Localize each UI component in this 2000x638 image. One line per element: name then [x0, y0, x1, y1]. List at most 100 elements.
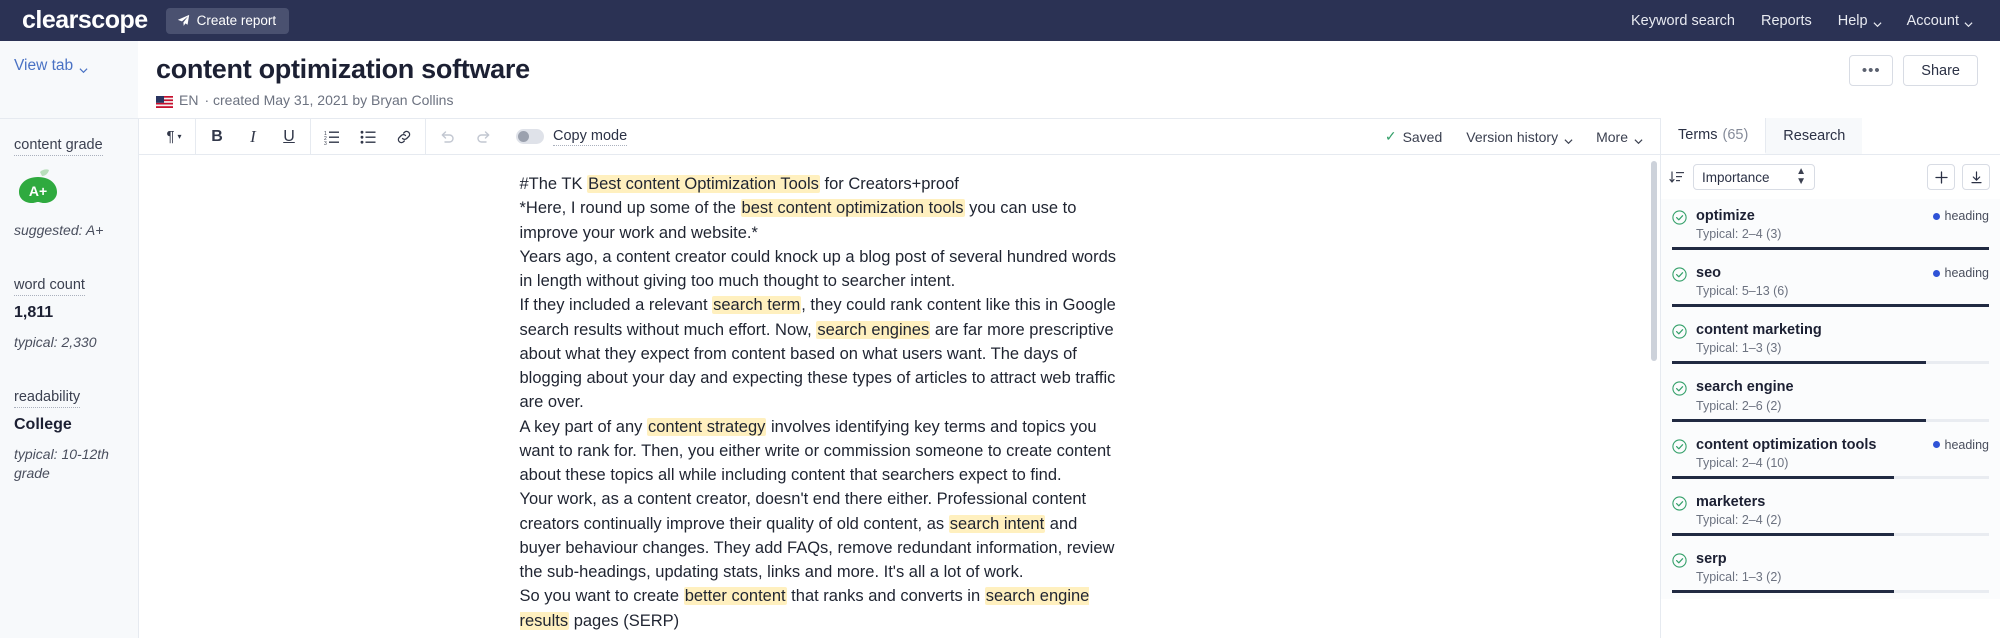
- blue-dot-icon: [1933, 270, 1940, 277]
- view-tab-label: View tab: [14, 57, 73, 75]
- scrollbar-thumb[interactable]: [1651, 161, 1657, 361]
- more-label: More: [1596, 129, 1628, 145]
- saved-label: Saved: [1403, 129, 1443, 145]
- sort-descending-icon[interactable]: [1669, 169, 1685, 185]
- chevron-down-icon: [1873, 17, 1881, 25]
- view-tab-dropdown[interactable]: View tab: [14, 57, 138, 75]
- term-usage-bar: [1672, 247, 1989, 250]
- top-navigation-bar: clearscope Create report Keyword search …: [0, 0, 2000, 41]
- nav-reports[interactable]: Reports: [1761, 13, 1812, 29]
- check-circle-icon[interactable]: [1672, 324, 1687, 339]
- term-usage-bar: [1672, 590, 1989, 593]
- nav-keyword-search[interactable]: Keyword search: [1631, 13, 1735, 29]
- term-usage-bar: [1672, 533, 1989, 536]
- title-cell: content optimization software EN · creat…: [138, 41, 1849, 118]
- term-row[interactable]: serpTypical: 1–3 (2): [1661, 542, 2000, 599]
- terms-list[interactable]: optimizeTypical: 2–4 (3)headingseoTypica…: [1661, 199, 2000, 638]
- grade-value-text: A+: [29, 183, 47, 199]
- document-text: pages (SERP): [569, 612, 679, 630]
- ordered-list-icon[interactable]: 123: [321, 126, 343, 148]
- bold-button[interactable]: B: [206, 126, 228, 148]
- share-button[interactable]: Share: [1903, 55, 1978, 86]
- copy-mode-toggle[interactable]: [516, 129, 544, 144]
- term-name: serp: [1696, 550, 1989, 568]
- term-usage-bar-fill: [1672, 590, 1894, 593]
- toggle-knob: [518, 131, 529, 142]
- term-usage-bar-fill: [1672, 533, 1894, 536]
- term-main: content optimization toolsTypical: 2–4 (…: [1672, 436, 1989, 470]
- term-usage-bar-fill: [1672, 476, 1894, 479]
- heading-badge-label: heading: [1945, 438, 1990, 452]
- term-typical: Typical: 5–13 (6): [1696, 284, 1924, 298]
- copy-mode-toggle-group: Copy mode: [504, 128, 627, 146]
- svg-text:3: 3: [324, 141, 327, 145]
- check-circle-icon[interactable]: [1672, 553, 1687, 568]
- editor-column: ¶ ▾ B I U 123: [138, 118, 1660, 638]
- check-circle-icon[interactable]: [1672, 267, 1687, 282]
- undo-icon[interactable]: [436, 126, 458, 148]
- nav-help[interactable]: Help: [1838, 13, 1881, 29]
- create-report-button[interactable]: Create report: [166, 8, 290, 34]
- term-row[interactable]: content marketingTypical: 1–3 (3): [1661, 313, 2000, 370]
- term-text: content optimization toolsTypical: 2–4 (…: [1696, 436, 1924, 470]
- pilcrow-icon[interactable]: ¶ ▾: [163, 126, 185, 148]
- document-text: that ranks and converts in: [787, 587, 985, 605]
- word-count-value: 1,811: [14, 304, 124, 322]
- term-main: serpTypical: 1–3 (2): [1672, 550, 1989, 584]
- create-report-label: Create report: [197, 13, 277, 28]
- document-paragraph: So you want to create better content tha…: [520, 584, 1120, 633]
- document-scroll-area[interactable]: #The TK Best content Optimization Tools …: [139, 155, 1660, 638]
- toolbar-group-paragraph: ¶ ▾: [153, 119, 195, 154]
- document-header-bar: View tab content optimization software E…: [0, 41, 2000, 118]
- heading-badge: heading: [1933, 438, 1990, 452]
- term-name: search engine: [1696, 378, 1989, 396]
- term-text: serpTypical: 1–3 (2): [1696, 550, 1989, 584]
- sort-select-value: Importance: [1702, 170, 1770, 185]
- chevron-down-icon: [1964, 17, 1972, 25]
- more-options-button[interactable]: •••: [1849, 55, 1893, 86]
- document-scrollbar[interactable]: [1651, 161, 1657, 638]
- tab-terms[interactable]: Terms (65): [1661, 118, 1766, 154]
- check-circle-icon[interactable]: [1672, 381, 1687, 396]
- add-term-button[interactable]: [1927, 164, 1955, 190]
- highlighted-term: content strategy: [647, 418, 766, 436]
- bullet-list-icon[interactable]: [357, 126, 379, 148]
- link-icon[interactable]: [393, 126, 415, 148]
- check-circle-icon[interactable]: [1672, 210, 1687, 225]
- document-paragraph: *Here, I round up some of the best conte…: [520, 196, 1120, 245]
- nav-account[interactable]: Account: [1907, 13, 1972, 29]
- tab-research[interactable]: Research: [1766, 118, 1862, 154]
- underline-label: U: [283, 128, 295, 146]
- version-history-label: Version history: [1466, 129, 1558, 145]
- term-typical: Typical: 2–4 (2): [1696, 513, 1989, 527]
- editor-toolbar: ¶ ▾ B I U 123: [139, 118, 1660, 155]
- chevron-down-icon: [79, 62, 87, 70]
- redo-icon[interactable]: [472, 126, 494, 148]
- check-circle-icon[interactable]: [1672, 496, 1687, 511]
- term-row[interactable]: optimizeTypical: 2–4 (3)heading: [1661, 199, 2000, 256]
- term-row[interactable]: marketersTypical: 2–4 (2): [1661, 485, 2000, 542]
- check-circle-icon[interactable]: [1672, 439, 1687, 454]
- document-text: So you want to create: [520, 587, 684, 605]
- more-dropdown[interactable]: More: [1596, 129, 1642, 145]
- document-text: A key part of any: [520, 418, 648, 436]
- download-terms-button[interactable]: [1962, 164, 1990, 190]
- italic-button[interactable]: I: [242, 126, 264, 148]
- document-editor[interactable]: #The TK Best content Optimization Tools …: [520, 155, 1120, 633]
- underline-button[interactable]: U: [278, 126, 300, 148]
- term-row[interactable]: seoTypical: 5–13 (6)heading: [1661, 256, 2000, 313]
- document-text: If they included a relevant: [520, 296, 713, 314]
- term-usage-bar-fill: [1672, 419, 1926, 422]
- readability-typical: typical: 10-12th grade: [14, 445, 124, 483]
- nav-keyword-search-label: Keyword search: [1631, 13, 1735, 29]
- tab-terms-label: Terms: [1678, 127, 1717, 143]
- document-paragraph: Your work, as a content creator, doesn't…: [520, 487, 1120, 584]
- term-typical: Typical: 1–3 (3): [1696, 341, 1989, 355]
- term-text: seoTypical: 5–13 (6): [1696, 264, 1924, 298]
- term-row[interactable]: search engineTypical: 2–6 (2): [1661, 370, 2000, 427]
- sort-select[interactable]: Importance ▲▼: [1693, 164, 1815, 190]
- version-history-dropdown[interactable]: Version history: [1466, 129, 1572, 145]
- term-row[interactable]: content optimization toolsTypical: 2–4 (…: [1661, 428, 2000, 485]
- check-icon: ✓: [1385, 128, 1397, 145]
- brand-logo[interactable]: clearscope: [22, 6, 148, 35]
